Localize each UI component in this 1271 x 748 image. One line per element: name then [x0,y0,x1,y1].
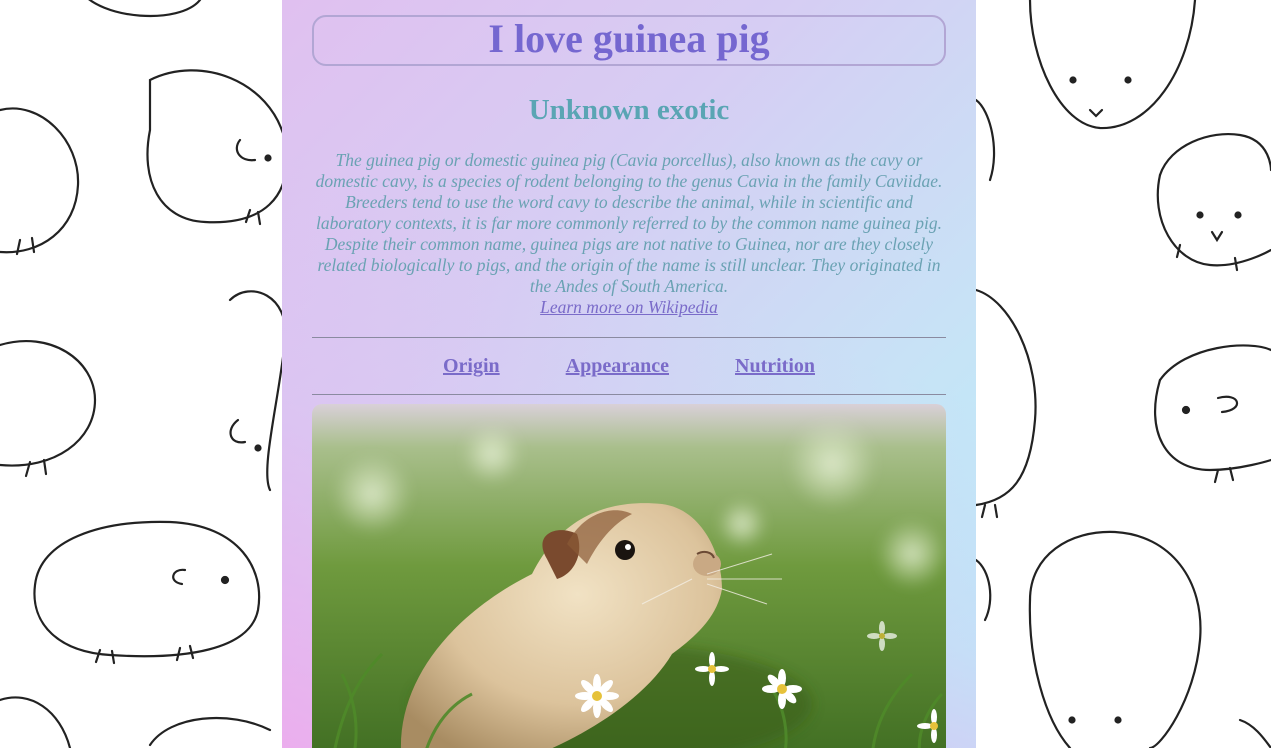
description-block: The guinea pig or domestic guinea pig (C… [312,150,946,318]
content-card: I love guinea pig Unknown exotic The gui… [282,0,976,748]
guinea-pig-doodle-icon [88,0,288,226]
title-banner: I love guinea pig [312,15,946,66]
section-nav: Origin Appearance Nutrition [282,352,976,380]
guinea-pig-photo [312,404,946,748]
nav-link-appearance[interactable]: Appearance [566,352,669,380]
description-text: The guinea pig or domestic guinea pig (C… [315,150,943,296]
nav-divider-top [312,337,946,338]
page-title: I love guinea pig [488,16,770,61]
nav-link-nutrition[interactable]: Nutrition [735,352,815,380]
nav-divider-bottom [312,394,946,395]
nav-link-origin[interactable]: Origin [443,352,500,380]
wikipedia-link[interactable]: Learn more on Wikipedia [540,297,718,317]
section-subtitle: Unknown exotic [528,94,730,126]
